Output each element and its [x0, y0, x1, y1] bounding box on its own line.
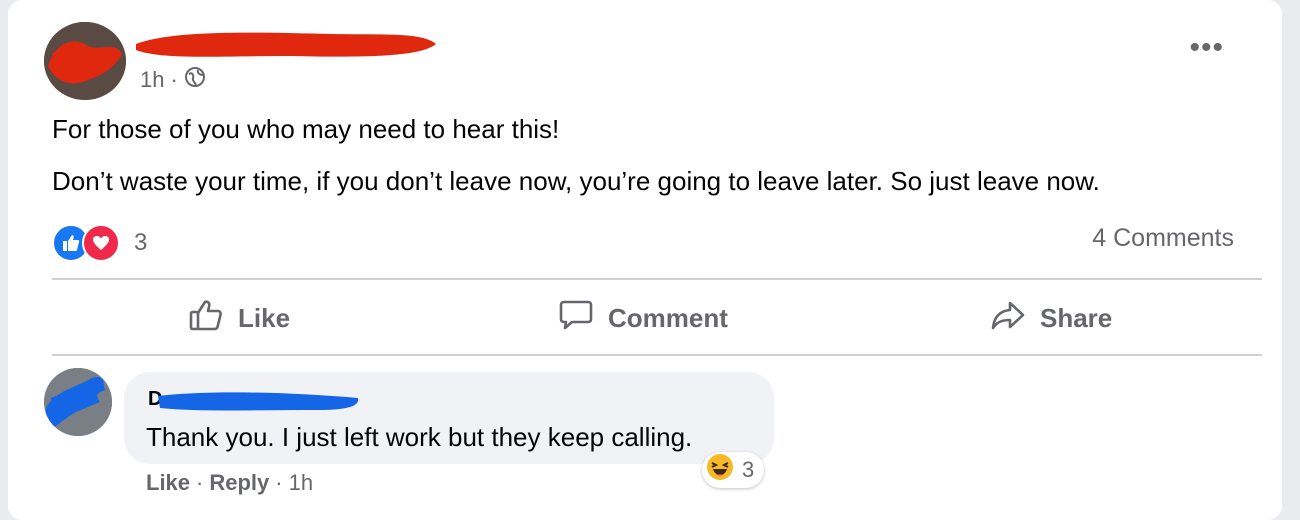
author-name-redacted[interactable] [132, 26, 438, 62]
post-meta: 1h · [140, 66, 206, 94]
divider-top [52, 278, 1262, 280]
author-avatar[interactable] [44, 22, 126, 100]
comment-button[interactable]: Comment [558, 296, 728, 340]
love-reaction-icon [82, 224, 120, 262]
post-card: 1h · ••• For those of you who may need t… [8, 0, 1282, 520]
comments-count-link[interactable]: 4 Comments [1092, 224, 1234, 253]
comment-reaction-summary[interactable]: 3 [702, 452, 765, 488]
more-options-icon[interactable]: ••• [1189, 33, 1224, 63]
share-button[interactable]: Share [990, 296, 1112, 340]
reaction-summary[interactable]: 3 [52, 224, 147, 262]
redaction-scribble [44, 22, 126, 100]
meta-separator: · [170, 67, 178, 92]
commenter-avatar[interactable] [44, 368, 112, 436]
like-button-label: Like [238, 302, 291, 333]
comment-text: Thank you. I just left work but they kee… [146, 422, 693, 452]
comment-reaction-count: 3 [742, 457, 755, 482]
share-arrow-icon [990, 298, 1026, 339]
post-line-2: Don’t waste your time, if you don’t leav… [52, 166, 1100, 196]
comment-separator-1: · [196, 470, 204, 495]
comment-actions: Like · Reply · 1h [146, 470, 313, 496]
comment-separator-2: · [275, 470, 283, 495]
comment-bubble-icon [558, 298, 594, 339]
comment-like-link[interactable]: Like [146, 470, 190, 496]
reaction-count: 3 [134, 229, 148, 256]
globe-icon [184, 66, 206, 94]
comment-time[interactable]: 1h [289, 470, 313, 496]
divider-bottom [52, 354, 1262, 356]
haha-emoji-icon [706, 453, 734, 487]
thumbs-up-icon [188, 298, 224, 339]
share-button-label: Share [1040, 302, 1113, 333]
post-line-1: For those of you who may need to hear th… [52, 114, 560, 144]
commenter-name-redacted[interactable] [148, 386, 368, 416]
post-time[interactable]: 1h [140, 67, 164, 93]
comment-button-label: Comment [608, 302, 728, 333]
comment-reply-link[interactable]: Reply [209, 470, 269, 496]
post-body: For those of you who may need to hear th… [52, 114, 1100, 218]
like-button[interactable]: Like [188, 296, 290, 340]
comment-bubble: D Thank you. I just left work but they k… [124, 372, 774, 464]
redaction-scribble-blue [44, 368, 112, 436]
